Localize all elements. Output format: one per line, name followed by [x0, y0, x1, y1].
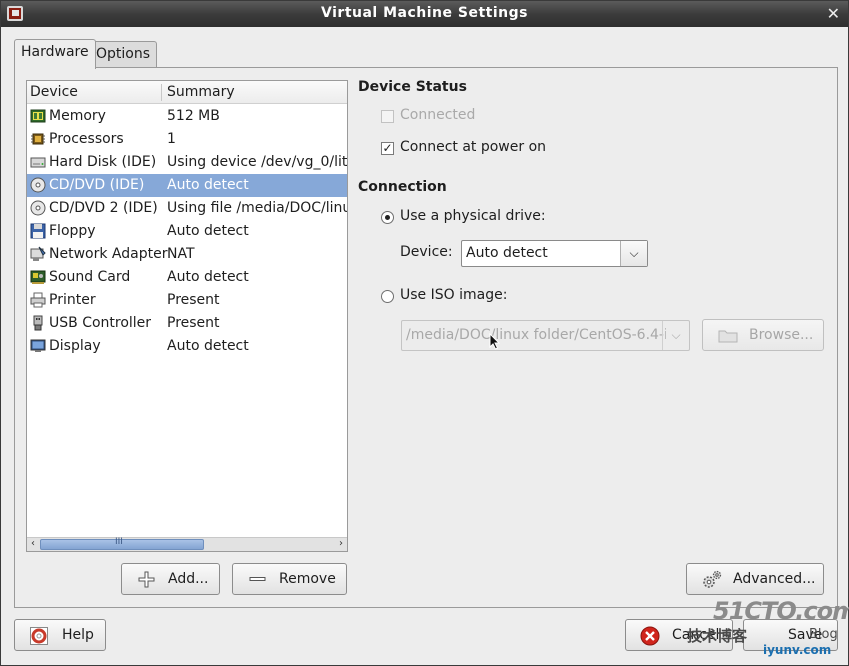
sound-card-icon [30, 270, 46, 284]
help-icon [30, 627, 48, 645]
mouse-cursor-icon [489, 333, 501, 350]
remove-button-label: Remove [279, 571, 336, 587]
device-summary: Using file /media/DOC/linux [167, 200, 348, 216]
device-summary: Auto detect [167, 177, 249, 193]
iso-path-value: /media/DOC/linux folder/CentOS-6.4-i386 [406, 327, 666, 343]
column-header-device[interactable]: Device [30, 84, 78, 100]
device-select-value: Auto detect [466, 245, 548, 261]
close-icon[interactable]: ✕ [827, 4, 840, 23]
connect-power-checkbox[interactable]: ✓ [381, 142, 394, 155]
device-row-usb-controller[interactable]: USB Controller Present [27, 312, 347, 335]
memory-icon [30, 109, 46, 123]
device-name: Printer [49, 292, 96, 308]
device-list-header: Device Summary [27, 81, 347, 104]
device-summary: Using device /dev/vg_0/lito [167, 154, 348, 170]
connected-checkbox[interactable] [381, 110, 394, 123]
printer-icon [30, 292, 46, 308]
device-summary: Present [167, 315, 220, 331]
hard-disk-icon [30, 157, 46, 168]
watermark-blog: Blog [809, 627, 838, 642]
device-status-heading: Device Status [358, 79, 467, 95]
browse-button[interactable]: Browse... [702, 319, 824, 351]
device-name: Display [49, 338, 101, 354]
tab-hardware[interactable]: Hardware [14, 39, 96, 69]
device-row-display[interactable]: Display Auto detect [27, 335, 347, 358]
connected-label: Connected [400, 107, 476, 123]
device-row-memory[interactable]: Memory 512 MB [27, 105, 347, 128]
cd-dvd-icon [30, 200, 46, 216]
device-summary: 1 [167, 131, 176, 147]
device-name: Memory [49, 108, 106, 124]
iso-path-combo[interactable]: /media/DOC/linux folder/CentOS-6.4-i386 … [401, 320, 690, 351]
help-button-label: Help [62, 627, 94, 643]
help-button[interactable]: Help [14, 619, 106, 651]
cd-dvd-icon [30, 177, 46, 193]
device-summary: Auto detect [167, 269, 249, 285]
device-row-printer[interactable]: Printer Present [27, 289, 347, 312]
minus-icon [249, 577, 266, 581]
device-row-processors[interactable]: Processors 1 [27, 128, 347, 151]
iso-image-label: Use ISO image: [400, 287, 508, 303]
plus-icon [138, 571, 155, 588]
gears-icon [703, 570, 722, 588]
processor-icon [31, 133, 45, 145]
connect-power-label: Connect at power on [400, 139, 547, 155]
column-header-summary[interactable]: Summary [167, 84, 235, 100]
display-icon [30, 339, 46, 352]
device-summary: 512 MB [167, 108, 220, 124]
scroll-right-icon[interactable]: › [335, 538, 347, 551]
device-select[interactable]: Auto detect ⌵ [461, 240, 648, 267]
watermark-brand: 51CTO.com [713, 597, 849, 625]
advanced-button[interactable]: Advanced... [686, 563, 824, 595]
device-row-floppy[interactable]: Floppy Auto detect [27, 220, 347, 243]
device-summary: Auto detect [167, 223, 249, 239]
watermark-site: iyunv.com [763, 643, 832, 657]
add-button-label: Add... [168, 571, 209, 587]
device-name: Network Adapter [49, 246, 168, 262]
folder-icon [718, 330, 738, 343]
physical-drive-label: Use a physical drive: [400, 208, 546, 224]
advanced-button-label: Advanced... [733, 571, 816, 587]
device-row-network-adapter[interactable]: Network Adapter NAT [27, 243, 347, 266]
dialog-window: Virtual Machine Settings ✕ Hardware Opti… [0, 0, 849, 666]
device-name: CD/DVD (IDE) [49, 177, 145, 193]
cancel-icon [640, 626, 660, 646]
network-adapter-icon [30, 246, 46, 261]
chevron-down-icon[interactable]: ⌵ [620, 241, 647, 266]
scrollbar-grip: III [115, 537, 123, 547]
connection-heading: Connection [358, 179, 447, 195]
device-summary: NAT [167, 246, 195, 262]
device-summary: Auto detect [167, 338, 249, 354]
title-bar[interactable]: Virtual Machine Settings ✕ [1, 1, 848, 27]
watermark-sub: 技术博客 [687, 627, 748, 645]
tab-options[interactable]: Options [89, 41, 158, 67]
device-label: Device: [400, 244, 453, 260]
add-button[interactable]: Add... [121, 563, 220, 595]
tab-options-label: Options [96, 46, 151, 62]
device-name: Hard Disk (IDE) [49, 154, 157, 170]
physical-drive-radio[interactable] [381, 211, 394, 224]
scroll-left-icon[interactable]: ‹ [27, 538, 39, 551]
remove-button[interactable]: Remove [232, 563, 347, 595]
device-row-hard-disk[interactable]: Hard Disk (IDE) Using device /dev/vg_0/l… [27, 151, 347, 174]
device-row-cd-dvd[interactable]: CD/DVD (IDE) Auto detect [27, 174, 347, 197]
device-name: Processors [49, 131, 124, 147]
iso-image-radio[interactable] [381, 290, 394, 303]
device-name: Sound Card [49, 269, 131, 285]
device-row-cd-dvd-2[interactable]: CD/DVD 2 (IDE) Using file /media/DOC/lin… [27, 197, 347, 220]
device-name: USB Controller [49, 315, 152, 331]
device-name: Floppy [49, 223, 96, 239]
usb-icon [33, 315, 43, 331]
scrollbar-thumb[interactable]: III [40, 537, 204, 550]
floppy-icon [30, 223, 46, 239]
chevron-down-icon[interactable]: ⌵ [662, 321, 689, 350]
device-summary: Present [167, 292, 220, 308]
tab-hardware-label: Hardware [21, 44, 89, 60]
window-title: Virtual Machine Settings [321, 5, 528, 21]
browse-button-label: Browse... [749, 327, 814, 343]
device-list[interactable]: Device Summary Memory 512 MB Processors … [26, 80, 348, 552]
device-name: CD/DVD 2 (IDE) [49, 200, 158, 216]
horizontal-scrollbar[interactable]: ‹ III › [27, 537, 347, 551]
device-row-sound-card[interactable]: Sound Card Auto detect [27, 266, 347, 289]
